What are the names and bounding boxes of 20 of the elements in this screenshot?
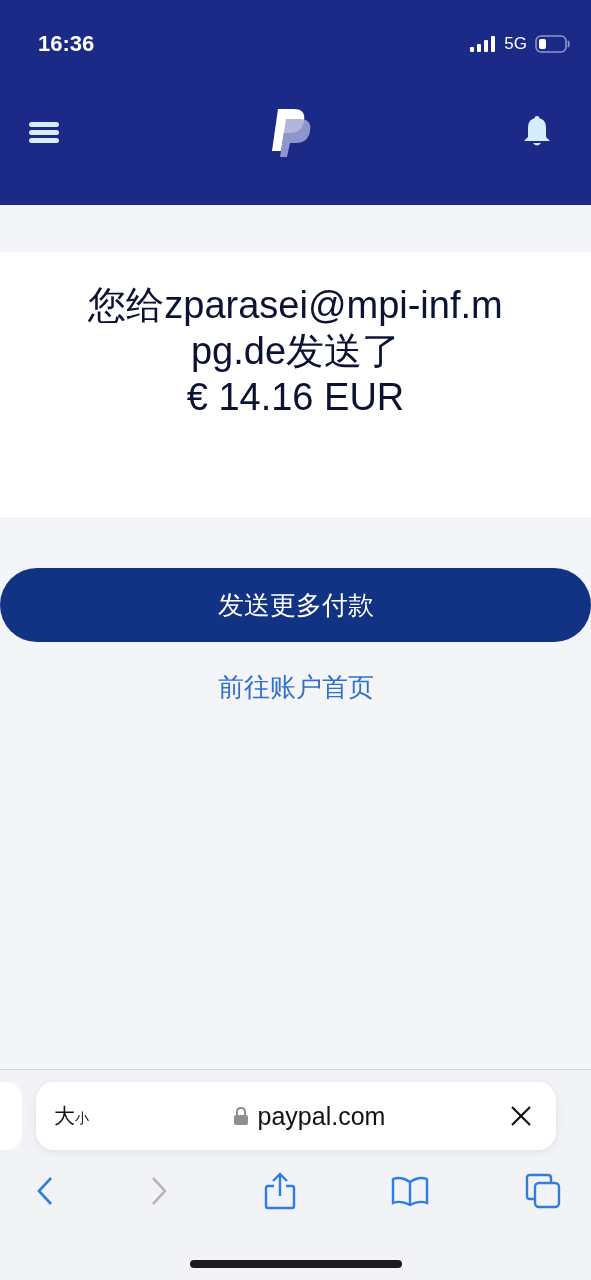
share-icon[interactable] <box>263 1172 296 1210</box>
notification-bell-icon[interactable] <box>523 115 551 148</box>
signal-icon <box>470 36 497 52</box>
address-bar[interactable]: 大小 paypal.com <box>36 1082 556 1150</box>
close-icon[interactable] <box>510 1105 532 1127</box>
network-label: 5G <box>504 34 527 54</box>
tabs-icon[interactable] <box>525 1173 561 1209</box>
account-home-link[interactable]: 前往账户首页 <box>217 670 374 705</box>
url-text: paypal.com <box>257 1101 386 1131</box>
lock-icon <box>233 1107 248 1125</box>
text-size-button[interactable]: 大小 <box>54 1102 89 1130</box>
battery-icon <box>535 35 571 53</box>
payment-message: 您给zparasei@mpi-inf.mpg.de发送了 <box>87 283 504 374</box>
send-more-button[interactable]: 发送更多付款 <box>0 568 591 642</box>
menu-icon[interactable] <box>29 120 59 143</box>
status-time: 16:36 <box>38 31 95 57</box>
back-icon[interactable] <box>36 1176 54 1206</box>
logo-icon <box>270 106 312 157</box>
book-icon[interactable] <box>391 1176 430 1206</box>
payment-amount: € 14.16 EUR <box>186 375 405 420</box>
